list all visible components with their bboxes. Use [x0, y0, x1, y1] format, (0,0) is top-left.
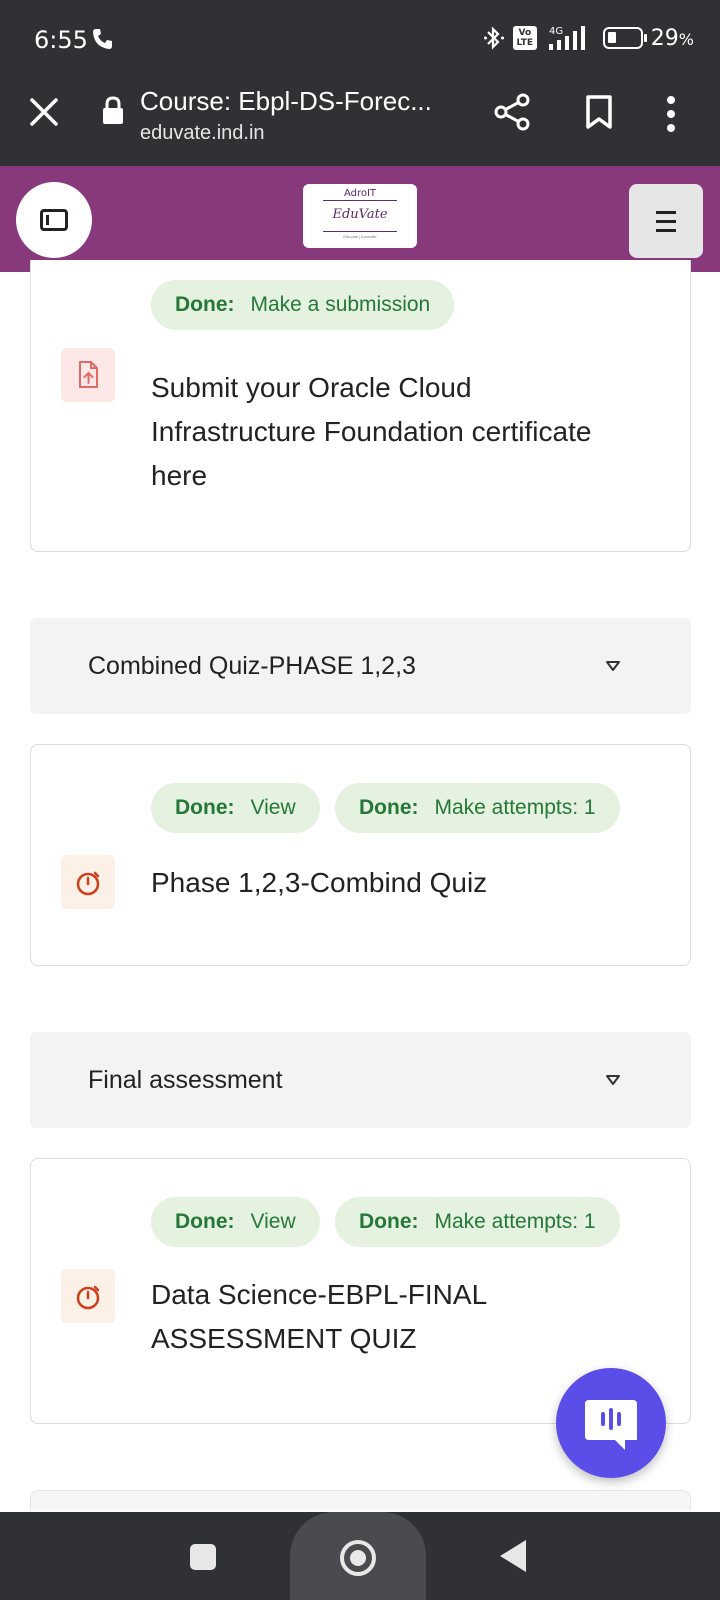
section-header-final-assessment[interactable]: Final assessment: [30, 1032, 691, 1128]
activity-card-assignment: Done: Make a submission Submit your Oracl…: [30, 260, 691, 552]
battery-unit: %: [678, 29, 694, 49]
course-index-button[interactable]: [16, 182, 92, 258]
stopwatch-icon: [61, 1269, 115, 1323]
completion-text: Make attempts: 1: [434, 1210, 596, 1233]
stopwatch-icon: [61, 855, 115, 909]
logo-brand-main: EduVate: [323, 200, 397, 232]
title-line: Submit your Oracle Cloud: [151, 372, 472, 403]
system-navigation-bar: [0, 1512, 720, 1600]
logo-tagline: Educate | Innovate: [343, 234, 377, 239]
next-section-header: [30, 1490, 691, 1510]
completion-done-label: Done:: [359, 1210, 419, 1233]
share-icon[interactable]: [492, 92, 532, 132]
hamburger-icon-line: [656, 219, 676, 223]
title-line: here: [151, 460, 208, 491]
collapse-caret-icon[interactable]: [605, 660, 621, 672]
activity-title-link[interactable]: Data Science-EBPL-FINAL ASSESSMENT QUIZ: [151, 1273, 487, 1361]
completion-badge-attempts: Done: Make attempts: 1: [335, 1197, 620, 1247]
completion-done-label: Done:: [175, 293, 235, 316]
completion-done-label: Done:: [175, 796, 235, 819]
activity-title-link[interactable]: Submit your Oracle Cloud Infrastructure …: [151, 366, 591, 498]
title-line: Phase 1,2,3-Combind Quiz: [151, 867, 488, 898]
completion-badge: Done: Make a submission: [151, 280, 455, 330]
main-menu-button[interactable]: [629, 184, 703, 258]
chat-bubble-icon: [585, 1400, 637, 1450]
collapse-caret-icon[interactable]: [605, 1074, 621, 1086]
lock-icon[interactable]: [100, 96, 126, 126]
title-line: ASSESSMENT QUIZ: [151, 1323, 417, 1354]
title-line: Infrastructure Foundation certificate: [151, 416, 592, 447]
logo-brand-top: AdroIT: [343, 188, 377, 199]
browser-toolbar: Course: Ebpl-DS-Forec... eduvate.ind.in: [0, 80, 720, 166]
activity-title-link[interactable]: Phase 1,2,3-Combind Quiz: [151, 861, 487, 905]
signal-strength-icon: 4G: [548, 26, 585, 50]
chat-button[interactable]: [556, 1368, 666, 1478]
hamburger-icon-line: [656, 228, 676, 232]
section-title: Final assessment: [88, 1066, 283, 1094]
volte-top-label: Vo: [518, 28, 532, 38]
status-indicators: Vo LTE 4G 29%: [483, 24, 694, 52]
completion-text: View: [250, 1210, 296, 1233]
battery-icon: [602, 27, 647, 49]
sidebar-toggle-icon: [40, 209, 68, 231]
back-icon[interactable]: [500, 1540, 526, 1572]
completion-text: Make a submission: [250, 293, 431, 316]
file-upload-icon: [61, 348, 115, 402]
completion-text: Make attempts: 1: [434, 796, 596, 819]
completion-badge-view: Done: View: [151, 1197, 320, 1247]
battery-percentage: 29%: [651, 26, 694, 51]
site-logo[interactable]: AdroIT EduVate Educate | Innovate: [303, 184, 417, 248]
close-tab-icon[interactable]: [26, 94, 62, 130]
activity-card-quiz: Done: View Done: Make attempts: 1 Phase 1,…: [30, 744, 691, 966]
network-type-label: 4G: [549, 26, 563, 37]
battery-value: 29: [650, 25, 679, 51]
bluetooth-icon: [483, 26, 504, 50]
hamburger-icon-line: [656, 210, 676, 214]
completion-badge-attempts: Done: Make attempts: 1: [335, 783, 620, 833]
site-header: AdroIT EduVate Educate | Innovate: [0, 166, 720, 272]
completion-done-label: Done:: [175, 1210, 235, 1233]
phone-call-icon: [93, 29, 112, 49]
completion-done-label: Done:: [359, 796, 419, 819]
recent-apps-icon[interactable]: [190, 1544, 216, 1570]
title-line: Data Science-EBPL-FINAL: [151, 1279, 488, 1310]
home-icon[interactable]: [340, 1540, 376, 1576]
section-header-combined-quiz[interactable]: Combined Quiz-PHASE 1,2,3: [30, 618, 691, 714]
page-title[interactable]: Course: Ebpl-DS-Forec...: [140, 86, 432, 117]
more-options-icon[interactable]: [664, 94, 678, 134]
section-title: Combined Quiz-PHASE 1,2,3: [88, 652, 416, 680]
status-time: 6:55: [34, 26, 88, 54]
completion-badge-view: Done: View: [151, 783, 320, 833]
volte-bottom-label: LTE: [516, 38, 534, 48]
page-url[interactable]: eduvate.ind.in: [140, 122, 265, 145]
status-bar: 6:55 Vo LTE 4G 29%: [0, 0, 720, 80]
completion-text: View: [250, 796, 296, 819]
bookmark-icon[interactable]: [584, 94, 614, 130]
volte-icon: Vo LTE: [512, 26, 537, 50]
